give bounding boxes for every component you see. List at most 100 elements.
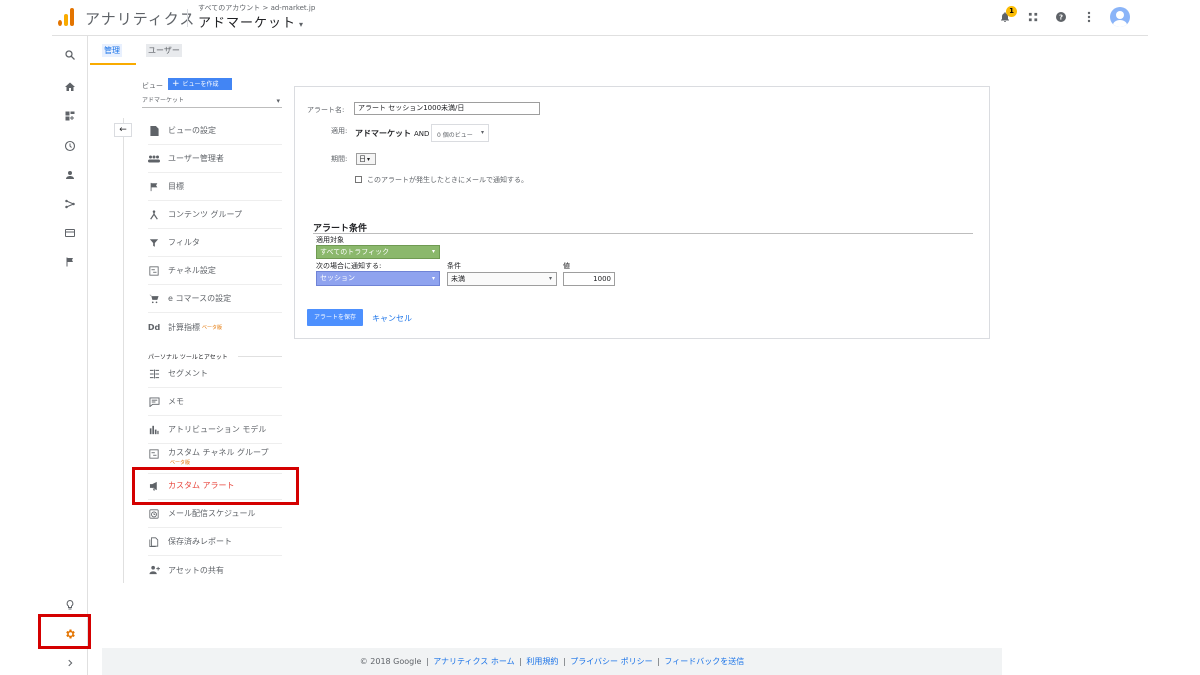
alert-form-panel: アラート名: アラート セッション1000未満/日 適用: アドマーケット AND… — [294, 86, 990, 339]
analytics-logo-icon[interactable] — [58, 8, 74, 26]
nav-item-attribution-models[interactable]: アトリビューション モデル — [148, 416, 282, 444]
nav-item-label: コンテンツ グループ — [168, 210, 243, 219]
nav-item-share-assets[interactable]: アセットの共有 — [148, 556, 282, 584]
nav-item-segments[interactable]: セグメント — [148, 360, 282, 388]
nav-item-saved-reports[interactable]: 保存済みレポート — [148, 528, 282, 556]
period-value: 日 — [359, 155, 366, 163]
applies-to-value: すべてのトラフィック — [320, 248, 390, 256]
apps-grid-icon — [1028, 12, 1037, 21]
footer-link-terms[interactable]: 利用規約 — [526, 657, 558, 666]
nav-item-label: 計算指標 — [168, 322, 200, 332]
nav-item-label: 目標 — [168, 182, 184, 191]
beta-badge: ベータ版 — [202, 324, 223, 331]
flag-icon — [148, 181, 160, 193]
back-arrow-icon: ← — [119, 125, 127, 135]
apply-property-name: アドマーケット — [355, 129, 411, 138]
saved-report-icon — [148, 536, 160, 548]
audience-person-icon[interactable] — [60, 165, 80, 185]
chevron-down-icon: ▾ — [431, 275, 435, 282]
highlight-box-custom-alerts — [132, 467, 299, 505]
conditions-divider — [313, 233, 973, 234]
apply-and: AND — [414, 130, 430, 138]
threshold-value: 1000 — [593, 275, 611, 283]
top-bar: アナリティクス すべてのアカウント > ad-market.jp アドマーケット… — [52, 0, 1148, 36]
nav-item-goals[interactable]: 目標 — [148, 173, 282, 201]
nav-divider — [123, 118, 124, 583]
apply-property: アドマーケット AND — [355, 128, 429, 139]
nav-item-channel-settings[interactable]: チャネル設定 — [148, 257, 282, 285]
alert-name-value: アラート セッション1000未満/日 — [358, 104, 465, 112]
cart-icon — [148, 293, 160, 305]
nav-item-ecommerce-settings[interactable]: e コマースの設定 — [148, 285, 282, 313]
breadcrumb-all-accounts[interactable]: すべてのアカウント — [198, 4, 260, 12]
period-dropdown[interactable]: 日▾ — [356, 153, 376, 165]
conversions-flag-icon[interactable] — [60, 252, 80, 272]
realtime-clock-icon[interactable] — [60, 136, 80, 156]
email-notify-label: このアラートが発生したときにメールで通知する。 — [367, 176, 528, 184]
help-button[interactable]: ? — [1054, 10, 1068, 24]
nav-item-user-management[interactable]: ユーザー管理者 — [148, 145, 282, 173]
nav-item-filters[interactable]: フィルタ — [148, 229, 282, 257]
app-name[interactable]: アナリティクス — [85, 8, 195, 29]
notify-when-label: 次の場合に通知する: — [316, 262, 382, 270]
nav-item-label: ユーザー管理者 — [168, 154, 224, 163]
left-rail — [52, 36, 88, 675]
apps-button[interactable] — [1026, 10, 1040, 24]
threshold-value-input[interactable]: 1000 — [563, 272, 615, 286]
acquisition-icon[interactable] — [60, 194, 80, 214]
expand-chevron-right-icon[interactable] — [60, 653, 80, 673]
footer-link-feedback[interactable]: フィードバックを送信 — [664, 657, 744, 666]
footer-separator: | — [519, 657, 522, 666]
view-column-label: ビュー — [142, 82, 163, 90]
create-view-button[interactable]: + ビューを作成 — [168, 78, 232, 90]
condition-dropdown[interactable]: 未満 ▾ — [447, 272, 557, 286]
content-group-icon — [148, 209, 160, 221]
chevron-down-icon: ▾ — [480, 129, 484, 136]
nav-item-label: カスタム チャネル グループ — [168, 448, 269, 457]
alert-name-input[interactable]: アラート セッション1000未満/日 — [354, 102, 540, 115]
back-arrow-button[interactable]: ← — [114, 123, 132, 137]
tab-user[interactable]: ユーザー — [146, 44, 182, 57]
nav-item-view-settings[interactable]: ビューの設定 — [148, 117, 282, 145]
lightbulb-icon[interactable] — [60, 595, 80, 615]
footer-link-privacy[interactable]: プライバシー ポリシー — [570, 657, 652, 666]
behavior-icon[interactable] — [60, 223, 80, 243]
property-selector[interactable]: アドマーケット ▾ — [198, 12, 304, 31]
view-selector[interactable]: アドマーケット ▾ — [142, 95, 282, 108]
create-view-label: ビューを作成 — [182, 81, 219, 88]
nav-item-content-grouping[interactable]: コンテンツ グループ — [148, 201, 282, 229]
views-dropdown-value: 0 個のビュー — [437, 132, 473, 139]
footer: © 2018 Google | アナリティクス ホーム | 利用規約 | プライ… — [102, 648, 1002, 675]
period-label: 期間: — [331, 155, 348, 163]
metric-dropdown[interactable]: セッション ▾ — [316, 271, 440, 286]
alert-name-label: アラート名: — [307, 106, 345, 114]
search-icon[interactable] — [60, 45, 80, 65]
segment-icon — [148, 368, 160, 380]
nav-item-calculated-metrics[interactable]: Dd 計算指標 ベータ版 — [148, 313, 282, 341]
footer-link-analytics-home[interactable]: アナリティクス ホーム — [433, 657, 514, 666]
tab-admin[interactable]: 管理 — [102, 44, 122, 57]
apply-label: 適用: — [331, 127, 348, 135]
chevron-down-icon: ▾ — [431, 248, 435, 255]
copyright: © 2018 Google — [359, 657, 422, 666]
applies-to-dropdown[interactable]: すべてのトラフィック ▾ — [316, 245, 440, 259]
nav-item-label: アセットの共有 — [168, 565, 224, 575]
breadcrumb-account[interactable]: ad-market.jp — [271, 4, 316, 12]
calculated-metric-icon: Dd — [147, 322, 161, 332]
svg-text:?: ? — [1059, 14, 1063, 22]
customization-icon[interactable] — [60, 106, 80, 126]
chevron-down-icon: ▾ — [367, 156, 371, 163]
section-divider — [238, 356, 282, 357]
cancel-link[interactable]: キャンセル — [372, 313, 412, 324]
account-avatar[interactable] — [1110, 7, 1130, 27]
notifications-button[interactable]: 1 — [998, 6, 1017, 24]
chevron-down-icon: ▾ — [299, 20, 305, 29]
nav-item-label: 保存済みレポート — [168, 537, 232, 546]
annotation-icon — [148, 396, 160, 408]
home-icon[interactable] — [60, 77, 80, 97]
views-dropdown[interactable]: 0 個のビュー ▾ — [431, 124, 489, 142]
nav-item-annotations[interactable]: メモ — [148, 388, 282, 416]
more-options-button[interactable] — [1082, 10, 1096, 24]
email-notify-checkbox[interactable] — [355, 176, 362, 183]
save-alert-button[interactable]: アラートを保存 — [307, 309, 363, 326]
